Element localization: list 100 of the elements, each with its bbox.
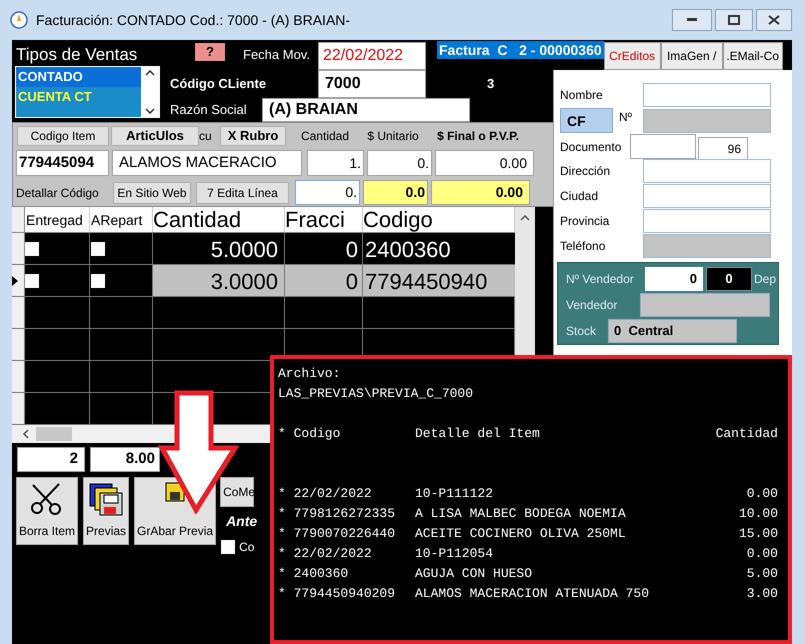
column-header: Cantidad — [716, 425, 779, 444]
list-cell-text: A LISA MALBEC BODEGA NOEMIA — [415, 505, 627, 524]
field-label: Nombre — [560, 87, 604, 104]
tab[interactable]: CrEditos — [604, 42, 661, 70]
list-item[interactable]: CONTADO — [16, 67, 141, 87]
customer-code-field[interactable]: 7000 — [318, 70, 426, 98]
checkbox[interactable] — [91, 242, 105, 256]
field-label: Ciudad — [560, 188, 600, 205]
table-cell: 0 — [285, 265, 363, 296]
date-field[interactable]: 22/02/2022 — [318, 42, 426, 70]
edit-line-button[interactable]: 7 Edita Línea — [196, 182, 289, 204]
scroll-thumb[interactable] — [36, 427, 72, 441]
seller-number-field[interactable]: 0 — [644, 267, 704, 291]
scroll-down-icon[interactable] — [145, 108, 155, 114]
list-cell-text: * 2400360 — [278, 565, 350, 584]
close-button[interactable] — [756, 9, 792, 31]
number-field[interactable] — [643, 108, 771, 132]
unit-price-field[interactable]: 0. — [367, 150, 432, 176]
row-pointer-icon — [12, 276, 18, 286]
field-label: Fecha Mov. — [243, 46, 311, 64]
count-field[interactable]: 2 — [17, 447, 85, 472]
description-field[interactable]: ALAMOS MACERACIO — [112, 150, 302, 176]
quantity-field[interactable]: 0. — [295, 180, 360, 205]
column-header: * Codigo — [278, 425, 342, 444]
column-label: Cantidad — [300, 128, 350, 145]
field-label: Nº Vendedor — [566, 271, 635, 288]
list-cell-text: * 7790070226440 — [278, 525, 396, 544]
maximize-button[interactable] — [715, 9, 753, 31]
address-field[interactable] — [643, 159, 771, 183]
table-cell: 3.0000 — [153, 265, 285, 296]
field-label: Dirección — [560, 163, 612, 180]
help-button[interactable]: ? — [195, 43, 225, 61]
seller-code-field[interactable]: 0 — [706, 267, 752, 291]
document-field[interactable] — [630, 134, 696, 159]
restore-icon — [728, 15, 740, 25]
list-cell-text: 0.00 — [746, 545, 779, 564]
list-cell-text: ALAMOS MACERACION ATENUADA 750 — [415, 585, 650, 604]
field-label: Código CLiente — [170, 75, 268, 94]
invoice-number: Factura C 2 - 00000360 — [437, 41, 604, 59]
city-field[interactable] — [643, 184, 771, 208]
province-field[interactable] — [643, 209, 771, 233]
stock-field[interactable]: 0 Central — [608, 319, 737, 343]
toolbar-button[interactable]: Previas — [83, 477, 130, 545]
checkbox[interactable] — [25, 242, 39, 256]
list-cell-text: * 7794450940209 — [278, 585, 396, 604]
field-label: Detallar Código — [16, 184, 100, 202]
quantity-field[interactable]: 1. — [307, 150, 364, 176]
column-header[interactable]: Fracci — [285, 207, 363, 232]
scroll-left-icon[interactable] — [22, 429, 30, 439]
row-header[interactable] — [12, 265, 25, 296]
link-button[interactable]: En Sitio Web — [113, 182, 191, 204]
list-cell-text: 3.00 — [746, 585, 779, 604]
close-icon — [768, 15, 780, 25]
item-code-field[interactable]: 779445094 — [16, 150, 109, 176]
seller-name-field[interactable] — [640, 293, 770, 317]
checkbox-label: Co — [239, 539, 254, 556]
column-header[interactable]: Entregad — [25, 207, 90, 232]
final-price-field[interactable]: 0.00 — [431, 180, 530, 205]
toolbar-button[interactable]: Borra Item — [16, 477, 78, 545]
list-cell-text: ACEITE COCINERO OLIVA 250ML — [415, 525, 627, 544]
table-cell: 7794450940 — [363, 265, 515, 296]
file-label: Archivo: — [278, 365, 342, 383]
column-header[interactable]: ARepart — [90, 207, 153, 232]
column-header: Detalle del Item — [415, 425, 541, 444]
list-cell-text: 0.00 — [746, 485, 779, 504]
search-button[interactable]: ArticUlos — [111, 126, 199, 146]
checkbox[interactable] — [91, 274, 105, 288]
tab[interactable]: .EMail-Co — [722, 42, 783, 70]
company-name-field[interactable]: (A) BRAIAN — [262, 98, 470, 122]
phone-field[interactable] — [643, 234, 771, 258]
final-price-field[interactable]: 0.00 — [435, 150, 534, 176]
column-header[interactable]: Cantidad — [153, 207, 285, 232]
list-cell-text: 15.00 — [738, 525, 779, 544]
filter-button[interactable]: X Rubro — [220, 126, 286, 146]
field-label: Nº — [619, 108, 634, 126]
minimize-icon — [687, 18, 697, 22]
checkbox[interactable] — [25, 274, 39, 288]
fiscal-type-field[interactable]: CF — [560, 108, 613, 133]
field-label: Razón Social — [170, 101, 248, 120]
document-code-field[interactable]: 96 — [698, 137, 748, 160]
unit-price-field[interactable]: 0.0 — [363, 180, 428, 205]
scroll-up-icon[interactable] — [520, 215, 530, 221]
list-cell-text: 10.00 — [738, 505, 779, 524]
scroll-up-icon[interactable] — [145, 70, 155, 76]
search-button[interactable]: Codigo Item — [17, 126, 109, 146]
column-label: $ Final o P.V.P. — [436, 128, 520, 145]
name-field[interactable] — [643, 83, 771, 107]
list-cell-text: * 7798126272335 — [278, 505, 396, 524]
list-cell-text: * 22/02/2022 — [278, 485, 373, 504]
file-path: LAS_PREVIAS\PREVIA_C_7000 — [278, 385, 474, 403]
minimize-button[interactable] — [672, 9, 712, 31]
section-label: Ante — [226, 512, 258, 531]
comments-button[interactable]: CoMe — [220, 477, 254, 507]
tab[interactable]: ImaGen / — [660, 42, 723, 70]
total-field[interactable]: 8.00 — [90, 447, 160, 472]
field-label: Provincia — [560, 213, 610, 230]
checkbox[interactable] — [221, 540, 236, 554]
floppy-disks-icon — [88, 482, 124, 518]
window-title: Facturación: CONTADO Cod.: 7000 - (A) BRAIAN- — [36, 10, 350, 30]
app-icon — [10, 11, 28, 29]
